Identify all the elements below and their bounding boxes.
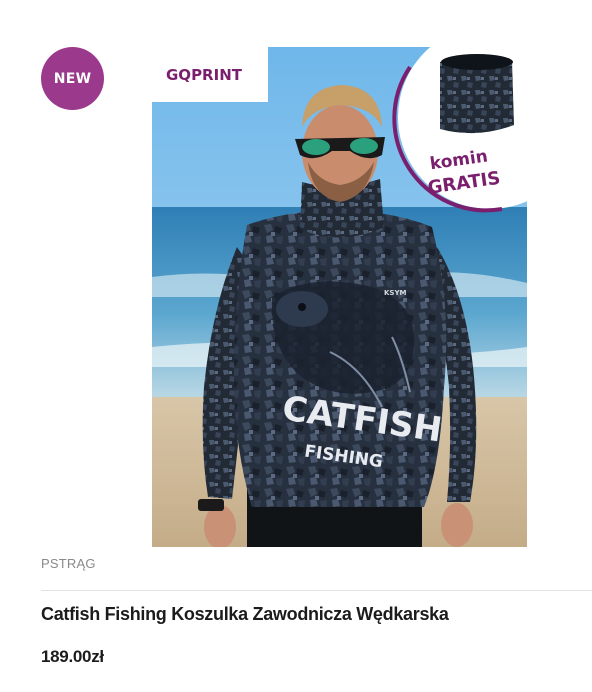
shirt-print-small: KSYM — [384, 289, 407, 297]
product-price: 189.00zł — [41, 647, 104, 666]
product-category[interactable]: PSTRĄG — [41, 556, 96, 571]
new-badge-label: NEW — [53, 70, 92, 87]
product-card[interactable]: NEW GQPRINT CATFISH FISHING KSYM komin G… — [0, 0, 592, 692]
divider — [41, 590, 592, 591]
product-image[interactable]: GQPRINT CATFISH FISHING KSYM komin GRATI… — [152, 47, 527, 547]
product-title[interactable]: Catfish Fishing Koszulka Zawodnicza Wędk… — [41, 604, 449, 625]
new-badge: NEW — [41, 47, 104, 110]
brand-logo-text: GQPRINT — [166, 66, 243, 84]
brand-logo: GQPRINT — [166, 61, 256, 87]
